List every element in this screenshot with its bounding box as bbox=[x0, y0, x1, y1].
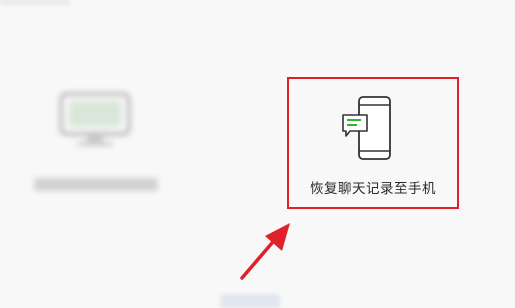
restore-chat-to-phone-option[interactable]: 恢复聊天记录至手机 bbox=[287, 77, 459, 209]
backup-option-label-blurred bbox=[34, 178, 158, 191]
red-arrow-pointer bbox=[240, 223, 290, 280]
top-blur-fragment bbox=[0, 0, 70, 4]
phone-with-message-icon bbox=[342, 96, 391, 160]
bottom-blur-fragment bbox=[220, 294, 280, 308]
backup-chat-option[interactable] bbox=[20, 80, 170, 205]
monitor-icon bbox=[59, 92, 131, 146]
restore-option-label: 恢复聊天记录至手机 bbox=[310, 181, 436, 197]
